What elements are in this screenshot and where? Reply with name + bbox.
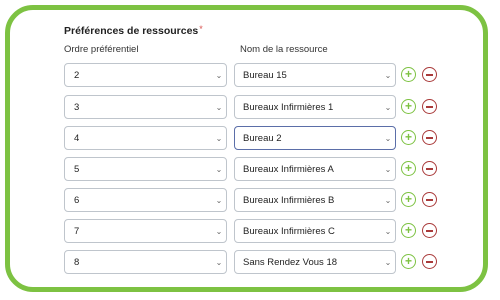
- plus-circle-icon[interactable]: [401, 223, 416, 238]
- preference-row: 3 ⌄ Bureaux Infirmières 1 ⌄: [0, 95, 500, 119]
- chevron-down-icon: ⌄: [384, 164, 392, 174]
- order-select[interactable]: 3 ⌄: [64, 95, 227, 119]
- section-title-text: Préférences de ressources: [64, 25, 199, 37]
- chevron-down-icon: ⌄: [384, 133, 392, 143]
- resource-name-select-value: Bureau 2: [243, 132, 282, 144]
- order-select-value: 4: [74, 132, 80, 144]
- resource-name-select-value: Bureaux Infirmières C: [243, 225, 335, 237]
- resource-name-select-value: Bureaux Infirmières A: [243, 163, 334, 175]
- order-select-value: 5: [74, 163, 80, 175]
- preference-row: 7 ⌄ Bureaux Infirmières C ⌄: [0, 219, 500, 243]
- resource-name-select[interactable]: Sans Rendez Vous 18 ⌄: [234, 250, 396, 274]
- chevron-down-icon: ⌄: [384, 70, 392, 80]
- chevron-down-icon: ⌄: [215, 257, 223, 267]
- chevron-down-icon: ⌄: [215, 226, 223, 236]
- order-select-value: 7: [74, 225, 80, 237]
- resource-name-select[interactable]: Bureau 15 ⌄: [234, 63, 396, 87]
- minus-circle-icon[interactable]: [422, 161, 437, 176]
- preference-row: 6 ⌄ Bureaux Infirmières B ⌄: [0, 188, 500, 212]
- preference-row: 4 ⌄ Bureau 2 ⌄: [0, 126, 500, 150]
- minus-circle-icon[interactable]: [422, 99, 437, 114]
- order-select[interactable]: 8 ⌄: [64, 250, 227, 274]
- order-select-value: 8: [74, 256, 80, 268]
- minus-circle-icon[interactable]: [422, 223, 437, 238]
- order-select-value: 2: [74, 69, 80, 81]
- chevron-down-icon: ⌄: [215, 133, 223, 143]
- plus-circle-icon[interactable]: [401, 254, 416, 269]
- resource-name-select[interactable]: Bureau 2 ⌄: [234, 126, 396, 150]
- resource-name-select[interactable]: Bureaux Infirmières C ⌄: [234, 219, 396, 243]
- column-header-order: Ordre préférentiel: [64, 44, 139, 55]
- order-select[interactable]: 6 ⌄: [64, 188, 227, 212]
- preference-row: 2 ⌄ Bureau 15 ⌄: [0, 63, 500, 87]
- order-select[interactable]: 4 ⌄: [64, 126, 227, 150]
- plus-circle-icon[interactable]: [401, 130, 416, 145]
- section-title: Préférences de ressources*: [64, 24, 203, 37]
- resource-name-select-value: Bureaux Infirmières 1: [243, 101, 334, 113]
- chevron-down-icon: ⌄: [384, 226, 392, 236]
- preference-row: 5 ⌄ Bureaux Infirmières A ⌄: [0, 157, 500, 181]
- order-select[interactable]: 2 ⌄: [64, 63, 227, 87]
- chevron-down-icon: ⌄: [384, 257, 392, 267]
- resource-name-select[interactable]: Bureaux Infirmières B ⌄: [234, 188, 396, 212]
- chevron-down-icon: ⌄: [384, 102, 392, 112]
- chevron-down-icon: ⌄: [215, 164, 223, 174]
- preference-row: 8 ⌄ Sans Rendez Vous 18 ⌄: [0, 250, 500, 274]
- plus-circle-icon[interactable]: [401, 192, 416, 207]
- plus-circle-icon[interactable]: [401, 67, 416, 82]
- minus-circle-icon[interactable]: [422, 130, 437, 145]
- minus-circle-icon[interactable]: [422, 254, 437, 269]
- chevron-down-icon: ⌄: [215, 70, 223, 80]
- order-select-value: 3: [74, 101, 80, 113]
- chevron-down-icon: ⌄: [215, 102, 223, 112]
- resource-name-select[interactable]: Bureaux Infirmières A ⌄: [234, 157, 396, 181]
- resource-name-select-value: Bureau 15: [243, 69, 287, 81]
- required-indicator: *: [199, 24, 203, 34]
- minus-circle-icon[interactable]: [422, 192, 437, 207]
- plus-circle-icon[interactable]: [401, 161, 416, 176]
- minus-circle-icon[interactable]: [422, 67, 437, 82]
- resource-name-select-value: Bureaux Infirmières B: [243, 194, 335, 206]
- resource-name-select-value: Sans Rendez Vous 18: [243, 256, 338, 268]
- plus-circle-icon[interactable]: [401, 99, 416, 114]
- order-select[interactable]: 7 ⌄: [64, 219, 227, 243]
- column-header-resource-name: Nom de la ressource: [240, 44, 328, 55]
- order-select[interactable]: 5 ⌄: [64, 157, 227, 181]
- order-select-value: 6: [74, 194, 80, 206]
- chevron-down-icon: ⌄: [384, 195, 392, 205]
- chevron-down-icon: ⌄: [215, 195, 223, 205]
- resource-name-select[interactable]: Bureaux Infirmières 1 ⌄: [234, 95, 396, 119]
